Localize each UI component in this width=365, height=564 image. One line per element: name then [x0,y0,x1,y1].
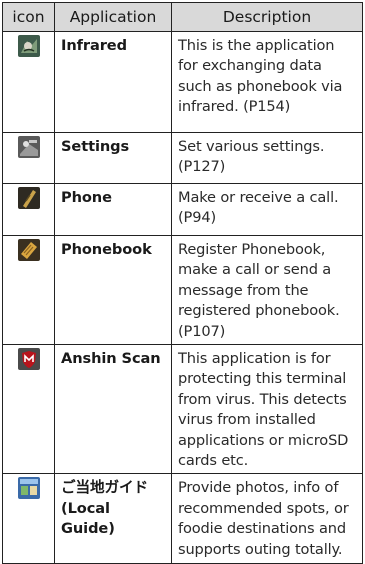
application-description: Make or receive a call. (P94) [171,183,363,236]
application-name: ご当地ガイド (Local Guide) [54,473,172,564]
phonebook-icon [17,239,40,261]
header-description: Description [171,2,363,32]
application-description: This application is for protecting this … [171,344,363,475]
local-guide-icon [17,477,40,500]
application-name: Settings [54,132,172,184]
anshin-scan-icon [17,348,40,371]
table-row: Phonebook Register Phonebook, make a cal… [2,234,363,346]
application-name: Phonebook [54,234,172,346]
table-row: Infrared This is the application for exc… [2,31,363,133]
application-name: Phone [54,183,172,236]
infrared-icon [17,35,40,57]
table-row: Anshin Scan This application is for prot… [2,344,363,475]
table-row: ご当地ガイド (Local Guide) Provide photos, inf… [2,473,363,564]
header-application: Application [54,2,172,32]
settings-icon [17,136,40,158]
table-row: Phone Make or receive a call. (P94) [2,183,363,236]
application-description: Set various settings. (P127) [171,132,363,184]
table-row: Settings Set various settings. (P127) [2,132,363,184]
application-description: Register Phonebook, make a call or send … [171,234,363,346]
application-table: icon Application Description Infrared Th… [2,2,363,564]
application-description: This is the application for exchanging d… [171,31,363,133]
application-name: Infrared [54,31,172,133]
application-name: Anshin Scan [54,344,172,475]
phone-icon [17,187,40,209]
application-description: Provide photos, info of recommended spot… [171,473,363,564]
header-row: icon Application Description [2,2,363,32]
header-icon: icon [2,2,55,32]
